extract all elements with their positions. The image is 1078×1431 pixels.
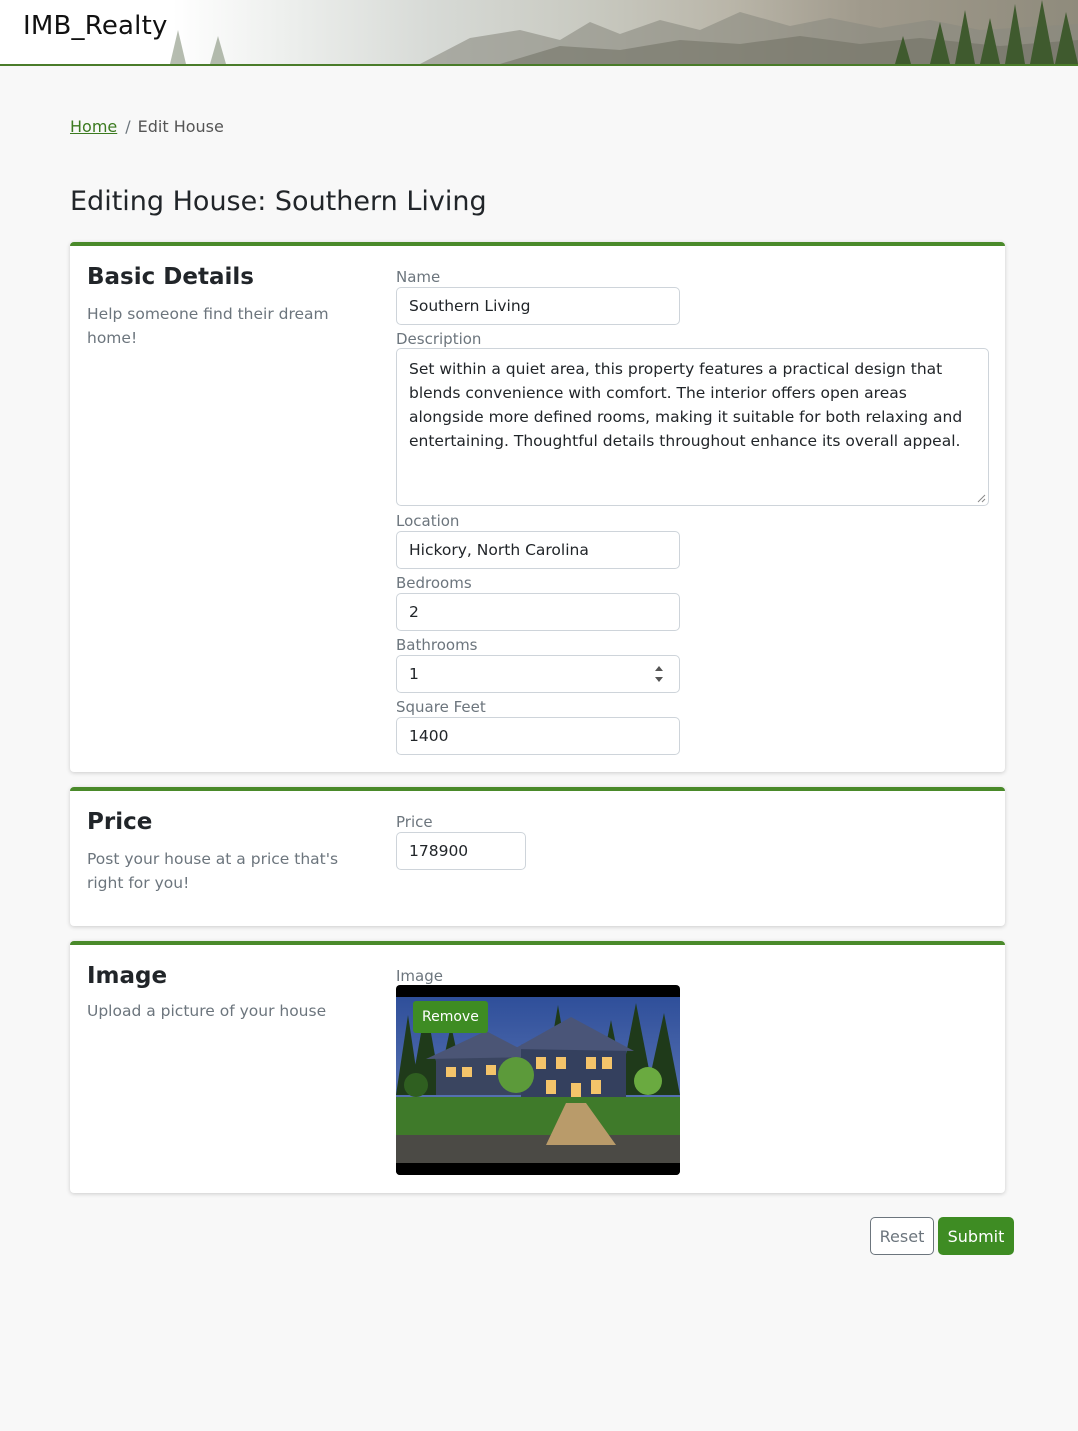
name-input[interactable]: Southern Living xyxy=(396,287,680,325)
submit-button[interactable]: Submit xyxy=(938,1217,1014,1255)
description-label: Description xyxy=(396,330,482,348)
page-title: Editing House: Southern Living xyxy=(70,186,487,217)
house-image-preview: Remove xyxy=(396,985,680,1175)
price-label: Price xyxy=(396,813,433,831)
spinner-arrows-icon[interactable] xyxy=(653,664,665,684)
price-title: Price xyxy=(87,809,153,835)
price-card: Price Post your house at a price that's … xyxy=(70,787,1005,926)
basic-details-card: Basic Details Help someone find their dr… xyxy=(70,242,1005,772)
bedrooms-input[interactable]: 2 xyxy=(396,593,680,631)
price-input[interactable]: 178900 xyxy=(396,832,526,870)
site-header: IMB_Realty xyxy=(0,0,1078,66)
square-feet-input[interactable]: 1400 xyxy=(396,717,680,755)
description-text: Set within a quiet area, this property f… xyxy=(409,360,963,450)
breadcrumb-home-link[interactable]: Home xyxy=(70,117,117,136)
reset-button[interactable]: Reset xyxy=(870,1217,934,1255)
image-title: Image xyxy=(87,963,168,989)
brand-logo-text[interactable]: IMB_Realty xyxy=(23,11,168,41)
image-description: Upload a picture of your house xyxy=(87,1002,327,1020)
remove-image-button[interactable]: Remove xyxy=(413,1001,488,1033)
description-textarea[interactable]: Set within a quiet area, this property f… xyxy=(396,348,989,506)
breadcrumb-current: Edit House xyxy=(137,117,224,136)
location-input[interactable]: Hickory, North Carolina xyxy=(396,531,680,569)
breadcrumb: Home / Edit House xyxy=(70,117,224,136)
basic-details-title: Basic Details xyxy=(87,264,254,290)
bathrooms-input[interactable]: 1 xyxy=(396,655,680,693)
bedrooms-label: Bedrooms xyxy=(396,574,472,592)
resize-handle-icon[interactable] xyxy=(976,493,986,503)
location-label: Location xyxy=(396,512,460,530)
name-label: Name xyxy=(396,268,441,286)
price-description: Post your house at a price that's right … xyxy=(87,850,339,892)
image-card: Image Upload a picture of your house Ima… xyxy=(70,941,1005,1193)
image-label: Image xyxy=(396,967,443,985)
breadcrumb-separator: / xyxy=(125,117,131,136)
bathrooms-value: 1 xyxy=(409,665,419,683)
basic-details-description: Help someone find their dream home! xyxy=(87,305,329,347)
bathrooms-label: Bathrooms xyxy=(396,636,478,654)
square-feet-label: Square Feet xyxy=(396,698,486,716)
